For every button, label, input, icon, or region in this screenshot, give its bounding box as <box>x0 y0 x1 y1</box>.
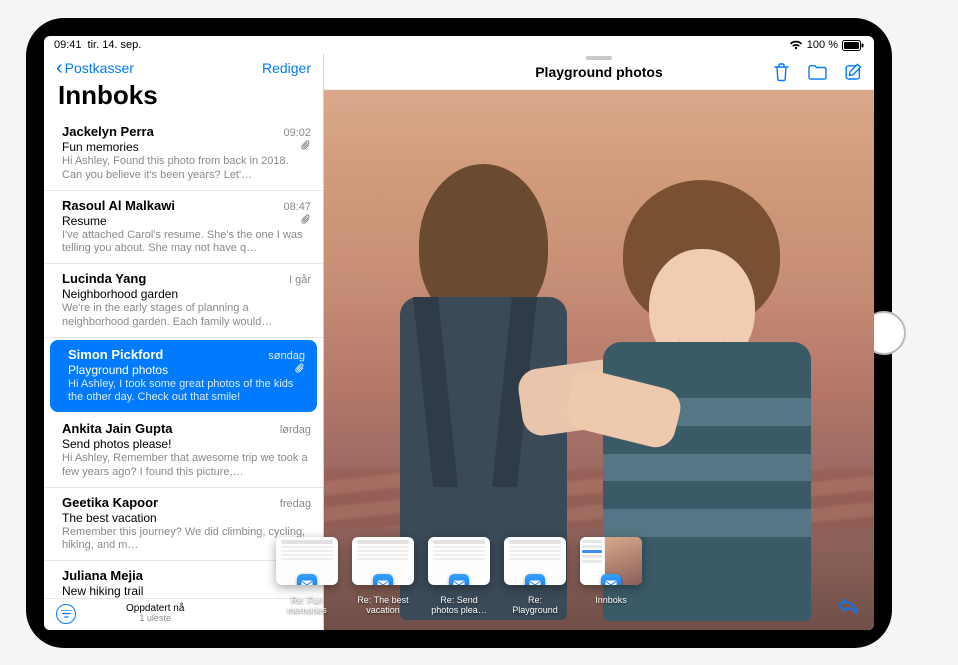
move-folder-button[interactable] <box>807 62 828 82</box>
message-preview: We're in the early stages of planning a … <box>62 302 311 330</box>
message-sender: Geetika Kapoor <box>62 495 158 510</box>
status-bar: 09:41 tir. 14. sep. 100 % <box>44 36 874 54</box>
message-time: fredag <box>280 498 311 510</box>
screen: 09:41 tir. 14. sep. 100 % ‹ Postkass <box>44 36 874 630</box>
message-subject: Playground photos <box>68 363 305 377</box>
shelf-item[interactable]: Re: Send photos plea… <box>428 537 490 616</box>
shelf-item[interactable]: Re: Playground p… <box>504 537 566 616</box>
paperclip-icon <box>301 140 311 154</box>
message-sender: Jackelyn Perra <box>62 124 154 139</box>
filter-button[interactable] <box>56 604 76 624</box>
back-label: Postkasser <box>65 60 134 76</box>
message-preview: I've attached Carol's resume. She's the … <box>62 229 311 257</box>
message-subject: Resume <box>62 214 311 228</box>
edit-button[interactable]: Rediger <box>262 60 311 76</box>
message-item[interactable]: Lucinda Yang I gårNeighborhood gardenWe'r… <box>44 264 323 338</box>
message-subject: Fun memories <box>62 140 311 154</box>
message-sender: Lucinda Yang <box>62 271 146 286</box>
message-time: I går <box>289 274 311 286</box>
battery-icon <box>842 40 864 51</box>
status-time: 09:41 <box>54 39 82 51</box>
trash-button[interactable] <box>772 62 791 82</box>
message-sender: Juliana Mejia <box>62 568 143 583</box>
message-preview: Hi Ashley, Remember that awesome trip we… <box>62 452 311 480</box>
message-subject: The best vacation <box>62 511 311 525</box>
shelf-thumb-reply <box>504 537 566 585</box>
message-subject: Send photos please! <box>62 437 311 451</box>
mail-app-icon <box>297 574 317 585</box>
ipad-frame: 09:41 tir. 14. sep. 100 % ‹ Postkass <box>26 18 892 648</box>
shelf-item[interactable]: Re: The best vacation <box>352 537 414 616</box>
message-item[interactable]: Jackelyn Perra 09:02Fun memoriesHi Ashley… <box>44 117 323 191</box>
message-item[interactable]: Ankita Jain Gupta lørdagSend photos pleas… <box>44 414 323 488</box>
mail-app-icon <box>373 574 393 585</box>
shelf-label: Re: Send photos plea… <box>428 596 490 616</box>
mail-app-icon <box>449 574 469 585</box>
multitask-handle-icon[interactable] <box>586 56 612 60</box>
shelf-label: Re: Playground p… <box>504 596 566 616</box>
shelf-thumb-reply <box>352 537 414 585</box>
message-sender: Rasoul Al Malkawi <box>62 198 175 213</box>
message-time: lørdag <box>280 424 311 436</box>
paperclip-icon <box>301 214 311 228</box>
message-time: 08:47 <box>283 201 311 213</box>
status-date: tir. 14. sep. <box>88 39 142 51</box>
message-item[interactable]: Simon Pickford søndagPlayground photosHi … <box>50 340 317 413</box>
shelf-label: Re: The best vacation <box>352 596 414 616</box>
shelf-thumb-inbox <box>580 537 642 585</box>
message-item[interactable]: Rasoul Al Malkawi 08:47ResumeI've attache… <box>44 191 323 265</box>
wifi-icon <box>789 40 803 50</box>
app-shelf[interactable]: Re: Fun memories Re: The best vacation Re:… <box>266 531 652 622</box>
mail-app-icon <box>601 574 621 585</box>
chevron-left-icon: ‹ <box>56 62 63 74</box>
unread-text: 1 uleste <box>126 614 184 624</box>
message-time: søndag <box>268 350 305 362</box>
content-title: Playground photos <box>535 64 663 80</box>
message-preview: Hi Ashley, Found this photo from back in… <box>62 155 311 183</box>
shelf-label: Innboks <box>595 596 627 616</box>
page-title: Innboks <box>44 78 323 117</box>
shelf-item[interactable]: Re: Fun memories <box>276 537 338 616</box>
shelf-thumb-reply <box>428 537 490 585</box>
message-list[interactable]: Jackelyn Perra09:02Fun memoriesHi Ashley… <box>44 117 323 598</box>
mail-app-icon <box>525 574 545 585</box>
shelf-label: Re: Fun memories <box>276 596 338 616</box>
battery-text: 100 % <box>807 39 838 51</box>
content-header: Playground photos <box>324 54 874 90</box>
shelf-thumb-reply <box>276 537 338 585</box>
compose-button[interactable] <box>844 62 864 82</box>
message-subject: Neighborhood garden <box>62 287 311 301</box>
back-button[interactable]: ‹ Postkasser <box>56 60 134 76</box>
reply-button[interactable] <box>836 595 860 620</box>
message-sender: Simon Pickford <box>68 347 163 362</box>
shelf-item[interactable]: Innboks <box>580 537 642 616</box>
message-sender: Ankita Jain Gupta <box>62 421 173 436</box>
message-preview: Hi Ashley, I took some great photos of t… <box>68 378 305 406</box>
paperclip-icon <box>295 363 305 377</box>
message-time: 09:02 <box>283 127 311 139</box>
